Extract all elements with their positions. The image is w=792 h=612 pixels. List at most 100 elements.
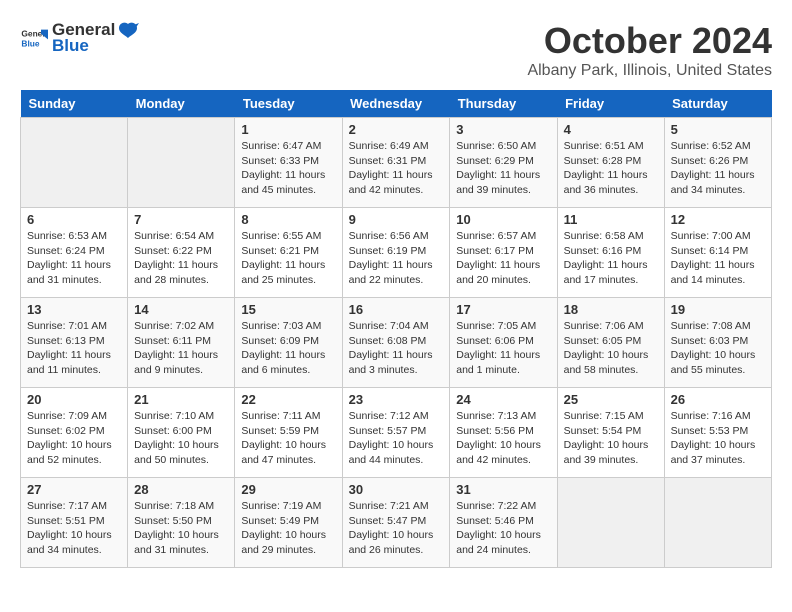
calendar-cell: 24 Sunrise: 7:13 AMSunset: 5:56 PMDayligh…	[450, 388, 557, 478]
day-number: 15	[241, 302, 335, 317]
day-header-wednesday: Wednesday	[342, 90, 450, 118]
cell-content: Sunrise: 6:54 AMSunset: 6:22 PMDaylight:…	[134, 229, 228, 288]
day-number: 30	[349, 482, 444, 497]
cell-content: Sunrise: 7:17 AMSunset: 5:51 PMDaylight:…	[27, 499, 121, 558]
day-header-saturday: Saturday	[664, 90, 771, 118]
calendar-cell: 11 Sunrise: 6:58 AMSunset: 6:16 PMDayligh…	[557, 208, 664, 298]
day-number: 7	[134, 212, 228, 227]
day-number: 26	[671, 392, 765, 407]
day-number: 14	[134, 302, 228, 317]
day-number: 24	[456, 392, 550, 407]
cell-content: Sunrise: 7:04 AMSunset: 6:08 PMDaylight:…	[349, 319, 444, 378]
cell-content: Sunrise: 7:06 AMSunset: 6:05 PMDaylight:…	[564, 319, 658, 378]
cell-content: Sunrise: 7:01 AMSunset: 6:13 PMDaylight:…	[27, 319, 121, 378]
logo-icon: General Blue	[20, 24, 48, 52]
calendar-cell: 26 Sunrise: 7:16 AMSunset: 5:53 PMDayligh…	[664, 388, 771, 478]
week-row-4: 20 Sunrise: 7:09 AMSunset: 6:02 PMDayligh…	[21, 388, 772, 478]
day-header-tuesday: Tuesday	[235, 90, 342, 118]
cell-content: Sunrise: 7:22 AMSunset: 5:46 PMDaylight:…	[456, 499, 550, 558]
cell-content: Sunrise: 6:47 AMSunset: 6:33 PMDaylight:…	[241, 139, 335, 198]
calendar-cell: 30 Sunrise: 7:21 AMSunset: 5:47 PMDayligh…	[342, 478, 450, 568]
cell-content: Sunrise: 7:16 AMSunset: 5:53 PMDaylight:…	[671, 409, 765, 468]
day-number: 16	[349, 302, 444, 317]
cell-content: Sunrise: 6:58 AMSunset: 6:16 PMDaylight:…	[564, 229, 658, 288]
day-number: 23	[349, 392, 444, 407]
cell-content: Sunrise: 7:00 AMSunset: 6:14 PMDaylight:…	[671, 229, 765, 288]
day-number: 25	[564, 392, 658, 407]
calendar-cell: 3Sunrise: 6:50 AMSunset: 6:29 PMDaylight…	[450, 118, 557, 208]
day-number: 29	[241, 482, 335, 497]
week-row-5: 27 Sunrise: 7:17 AMSunset: 5:51 PMDayligh…	[21, 478, 772, 568]
calendar-cell: 4 Sunrise: 6:51 AMSunset: 6:28 PMDaylight…	[557, 118, 664, 208]
calendar-cell: 15 Sunrise: 7:03 AMSunset: 6:09 PMDayligh…	[235, 298, 342, 388]
day-header-sunday: Sunday	[21, 90, 128, 118]
cell-content: Sunrise: 7:21 AMSunset: 5:47 PMDaylight:…	[349, 499, 444, 558]
cell-content: Sunrise: 6:52 AMSunset: 6:26 PMDaylight:…	[671, 139, 765, 198]
header: General Blue General Blue October 2024 A…	[20, 20, 772, 80]
day-number: 1	[241, 122, 335, 137]
cell-content: Sunrise: 7:13 AMSunset: 5:56 PMDaylight:…	[456, 409, 550, 468]
day-number: 27	[27, 482, 121, 497]
cell-content: Sunrise: 6:53 AMSunset: 6:24 PMDaylight:…	[27, 229, 121, 288]
calendar-cell: 6 Sunrise: 6:53 AMSunset: 6:24 PMDaylight…	[21, 208, 128, 298]
cell-content: Sunrise: 7:02 AMSunset: 6:11 PMDaylight:…	[134, 319, 228, 378]
day-number: 2	[349, 122, 444, 137]
calendar-cell: 7 Sunrise: 6:54 AMSunset: 6:22 PMDaylight…	[128, 208, 235, 298]
cell-content: Sunrise: 6:57 AMSunset: 6:17 PMDaylight:…	[456, 229, 550, 288]
calendar-cell	[664, 478, 771, 568]
day-number: 12	[671, 212, 765, 227]
calendar-cell: 19 Sunrise: 7:08 AMSunset: 6:03 PMDayligh…	[664, 298, 771, 388]
calendar-cell	[557, 478, 664, 568]
logo-bird-icon	[117, 21, 139, 39]
week-row-1: 1 Sunrise: 6:47 AMSunset: 6:33 PMDaylight…	[21, 118, 772, 208]
day-number: 18	[564, 302, 658, 317]
day-number: 5	[671, 122, 765, 137]
calendar-cell: 20 Sunrise: 7:09 AMSunset: 6:02 PMDayligh…	[21, 388, 128, 478]
day-number: 4	[564, 122, 658, 137]
cell-content: Sunrise: 7:11 AMSunset: 5:59 PMDaylight:…	[241, 409, 335, 468]
calendar-cell: 5 Sunrise: 6:52 AMSunset: 6:26 PMDaylight…	[664, 118, 771, 208]
calendar-cell: 23 Sunrise: 7:12 AMSunset: 5:57 PMDayligh…	[342, 388, 450, 478]
calendar-cell: 31 Sunrise: 7:22 AMSunset: 5:46 PMDayligh…	[450, 478, 557, 568]
day-header-monday: Monday	[128, 90, 235, 118]
cell-content: Sunrise: 7:18 AMSunset: 5:50 PMDaylight:…	[134, 499, 228, 558]
calendar-cell	[21, 118, 128, 208]
calendar-cell: 16 Sunrise: 7:04 AMSunset: 6:08 PMDayligh…	[342, 298, 450, 388]
day-number: 9	[349, 212, 444, 227]
day-number: 17	[456, 302, 550, 317]
day-number: 10	[456, 212, 550, 227]
calendar-cell: 29Sunrise: 7:19 AMSunset: 5:49 PMDayligh…	[235, 478, 342, 568]
day-number: 3	[456, 122, 550, 137]
svg-text:Blue: Blue	[21, 38, 39, 48]
calendar-cell: 14 Sunrise: 7:02 AMSunset: 6:11 PMDayligh…	[128, 298, 235, 388]
location-title: Albany Park, Illinois, United States	[527, 62, 772, 80]
day-number: 31	[456, 482, 550, 497]
cell-content: Sunrise: 7:15 AMSunset: 5:54 PMDaylight:…	[564, 409, 658, 468]
day-number: 8	[241, 212, 335, 227]
day-number: 20	[27, 392, 121, 407]
cell-content: Sunrise: 7:03 AMSunset: 6:09 PMDaylight:…	[241, 319, 335, 378]
day-number: 13	[27, 302, 121, 317]
cell-content: Sunrise: 6:49 AMSunset: 6:31 PMDaylight:…	[349, 139, 444, 198]
day-header-friday: Friday	[557, 90, 664, 118]
calendar-cell: 25 Sunrise: 7:15 AMSunset: 5:54 PMDayligh…	[557, 388, 664, 478]
cell-content: Sunrise: 7:12 AMSunset: 5:57 PMDaylight:…	[349, 409, 444, 468]
calendar-cell: 21Sunrise: 7:10 AMSunset: 6:00 PMDayligh…	[128, 388, 235, 478]
day-number: 19	[671, 302, 765, 317]
day-number: 6	[27, 212, 121, 227]
cell-content: Sunrise: 7:09 AMSunset: 6:02 PMDaylight:…	[27, 409, 121, 468]
cell-content: Sunrise: 6:51 AMSunset: 6:28 PMDaylight:…	[564, 139, 658, 198]
title-area: October 2024 Albany Park, Illinois, Unit…	[527, 20, 772, 80]
calendar-cell: 28Sunrise: 7:18 AMSunset: 5:50 PMDayligh…	[128, 478, 235, 568]
calendar-cell: 1 Sunrise: 6:47 AMSunset: 6:33 PMDaylight…	[235, 118, 342, 208]
day-number: 11	[564, 212, 658, 227]
calendar-table: SundayMondayTuesdayWednesdayThursdayFrid…	[20, 90, 772, 568]
cell-content: Sunrise: 6:55 AMSunset: 6:21 PMDaylight:…	[241, 229, 335, 288]
calendar-cell: 13 Sunrise: 7:01 AMSunset: 6:13 PMDayligh…	[21, 298, 128, 388]
calendar-cell: 18 Sunrise: 7:06 AMSunset: 6:05 PMDayligh…	[557, 298, 664, 388]
calendar-cell: 9Sunrise: 6:56 AMSunset: 6:19 PMDaylight…	[342, 208, 450, 298]
header-row: SundayMondayTuesdayWednesdayThursdayFrid…	[21, 90, 772, 118]
cell-content: Sunrise: 7:08 AMSunset: 6:03 PMDaylight:…	[671, 319, 765, 378]
calendar-cell: 10 Sunrise: 6:57 AMSunset: 6:17 PMDayligh…	[450, 208, 557, 298]
calendar-cell: 27 Sunrise: 7:17 AMSunset: 5:51 PMDayligh…	[21, 478, 128, 568]
